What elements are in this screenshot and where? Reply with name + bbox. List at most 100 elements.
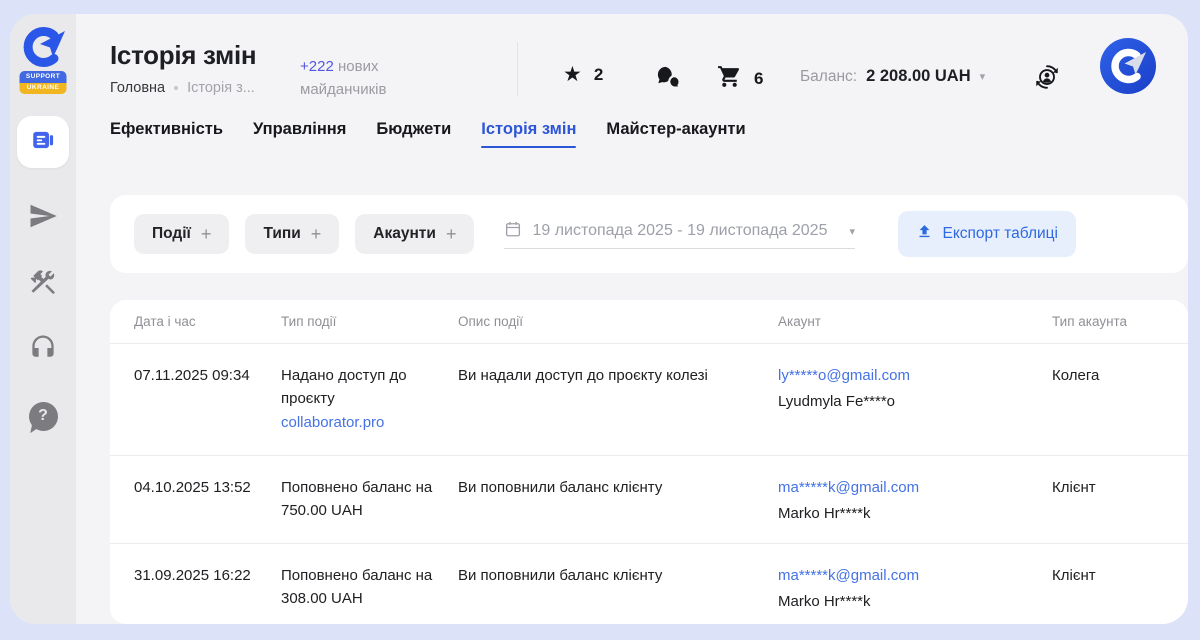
support-ukraine-badge: SUPPORT UKRAINE <box>20 71 67 94</box>
messages-button[interactable] <box>655 64 682 96</box>
badge-ukraine-label: UKRAINE <box>20 83 67 95</box>
export-table-button[interactable]: Експорт таблиці <box>898 211 1077 257</box>
upload-icon <box>916 223 933 245</box>
page-title: Історія змін <box>110 40 256 71</box>
favorites-button[interactable]: ★ 2 <box>563 64 603 85</box>
tab-master-accounts[interactable]: Майстер-акаунти <box>606 120 745 148</box>
sidebar-item-help[interactable]: ? <box>27 400 59 432</box>
avatar[interactable] <box>1100 38 1156 94</box>
date-range-picker[interactable]: 19 листопада 2025 - 19 листопада 2025 ▾ <box>504 220 855 249</box>
account-name: Marko Hr****k <box>778 502 1034 525</box>
cell-account: ly*****o@gmail.com Lyudmyla Fe****o <box>778 364 1052 455</box>
topbar-divider <box>517 42 518 96</box>
cell-account-type: Колега <box>1052 364 1164 455</box>
table-row: 07.11.2025 09:34 Надано доступ до проєкт… <box>110 344 1188 456</box>
headset-icon <box>28 333 58 368</box>
tab-efficiency[interactable]: Ефективність <box>110 120 223 148</box>
filter-accounts-chip[interactable]: Акаунти + <box>355 214 474 254</box>
breadcrumb-home-link[interactable]: Головна <box>110 80 165 96</box>
sidebar-item-telegram[interactable] <box>27 202 59 234</box>
filter-bar: Події + Типи + Акаунти + 19 листопада 20… <box>110 195 1188 273</box>
cell-account: ma*****k@gmail.com Marko Hr****k <box>778 564 1052 624</box>
filter-types-label: Типи <box>263 225 300 243</box>
account-email-link[interactable]: ly*****o@gmail.com <box>778 367 910 384</box>
col-header-account-type: Тип акаунта <box>1052 314 1164 329</box>
col-header-event-type: Тип події <box>281 314 458 329</box>
chevron-down-icon: ▾ <box>849 225 855 238</box>
history-table: Дата і час Тип події Опис події Акаунт Т… <box>110 300 1188 624</box>
cell-event-type: Поповнено баланс на 750.00 UAH <box>281 476 458 543</box>
cell-description: Ви поповнили баланс клієнту <box>458 564 778 624</box>
tab-budgets[interactable]: Бюджети <box>376 120 451 148</box>
plus-icon: + <box>201 227 212 241</box>
sidebar-nav: ? <box>17 116 69 432</box>
cell-event-type: Поповнено баланс на 308.00 UAH <box>281 564 458 624</box>
favorites-count: 2 <box>594 65 603 85</box>
filter-events-label: Події <box>152 225 191 243</box>
collaborator-logo-icon <box>17 24 69 70</box>
star-icon: ★ <box>563 64 582 85</box>
cell-account-type: Клієнт <box>1052 476 1164 543</box>
plus-icon: + <box>446 227 457 241</box>
cell-account: ma*****k@gmail.com Marko Hr****k <box>778 476 1052 543</box>
breadcrumb: Головна Історія з... <box>110 80 255 96</box>
account-email-link[interactable]: ma*****k@gmail.com <box>778 567 919 584</box>
table-header-row: Дата і час Тип події Опис події Акаунт Т… <box>110 300 1188 344</box>
sidebar-item-tools[interactable] <box>27 268 59 300</box>
cell-event-type: Надано доступ до проєкту collaborator.pr… <box>281 364 458 455</box>
col-header-datetime: Дата і час <box>134 314 281 329</box>
new-platforms-count: +222 <box>300 58 334 75</box>
tab-change-history[interactable]: Історія змін <box>481 120 576 148</box>
telegram-icon <box>28 201 58 236</box>
calendar-icon <box>504 220 522 243</box>
cell-description: Ви поповнили баланс клієнту <box>458 476 778 543</box>
badge-support-label: SUPPORT <box>20 71 67 83</box>
cell-description: Ви надали доступ до проєкту колезі <box>458 364 778 455</box>
col-header-account: Акаунт <box>778 314 1052 329</box>
event-type-text: Поповнено баланс на 308.00 UAH <box>281 567 432 607</box>
event-type-text: Поповнено баланс на 750.00 UAH <box>281 479 432 519</box>
cart-icon <box>717 64 742 94</box>
table-row: 31.09.2025 16:22 Поповнено баланс на 308… <box>110 544 1188 624</box>
help-question-glyph: ? <box>38 407 48 425</box>
balance-value: 2 208.00 UAH <box>866 67 971 86</box>
news-icon <box>30 127 56 158</box>
chevron-down-icon: ▾ <box>980 70 986 83</box>
sidebar-item-support[interactable] <box>27 334 59 366</box>
table-row: 04.10.2025 13:52 Поповнено баланс на 750… <box>110 456 1188 544</box>
export-table-label: Експорт таблиці <box>943 225 1059 243</box>
balance-dropdown[interactable]: Баланс: 2 208.00 UAH ▾ <box>800 67 985 86</box>
sidebar: SUPPORT UKRAINE <box>10 14 76 624</box>
main-area: Історія змін Головна Історія з... +222 н… <box>76 14 1188 624</box>
account-email-link[interactable]: ma*****k@gmail.com <box>778 479 919 496</box>
cell-datetime: 07.11.2025 09:34 <box>134 364 281 455</box>
new-platforms-promo[interactable]: +222 нових майданчиків <box>300 56 412 101</box>
balance-label: Баланс: <box>800 68 857 86</box>
project-link[interactable]: collaborator.pro <box>281 411 440 434</box>
cart-button[interactable]: 6 <box>717 64 763 94</box>
cart-count: 6 <box>754 69 763 89</box>
breadcrumb-current: Історія з... <box>187 80 255 96</box>
chat-icon <box>655 64 682 96</box>
app-logo[interactable]: SUPPORT UKRAINE <box>17 24 69 88</box>
col-header-description: Опис події <box>458 314 778 329</box>
app-window: SUPPORT UKRAINE <box>10 14 1188 624</box>
filter-types-chip[interactable]: Типи + <box>245 214 339 254</box>
date-range-value: 19 листопада 2025 - 19 листопада 2025 <box>532 222 827 240</box>
account-name: Lyudmyla Fe****o <box>778 390 1034 413</box>
account-name: Marko Hr****k <box>778 590 1034 613</box>
sidebar-item-news[interactable] <box>17 116 69 168</box>
switch-account-button[interactable] <box>1032 62 1062 92</box>
filter-accounts-label: Акаунти <box>373 225 436 243</box>
tools-icon <box>28 267 58 302</box>
tab-management[interactable]: Управління <box>253 120 346 148</box>
breadcrumb-separator <box>174 86 178 90</box>
filter-events-chip[interactable]: Події + <box>134 214 229 254</box>
event-type-text: Надано доступ до проєкту <box>281 367 407 407</box>
help-icon: ? <box>29 402 58 431</box>
switch-account-icon <box>1032 79 1062 96</box>
cell-datetime: 04.10.2025 13:52 <box>134 476 281 543</box>
cell-datetime: 31.09.2025 16:22 <box>134 564 281 624</box>
cell-account-type: Клієнт <box>1052 564 1164 624</box>
tab-bar: Ефективність Управління Бюджети Історія … <box>110 120 746 148</box>
